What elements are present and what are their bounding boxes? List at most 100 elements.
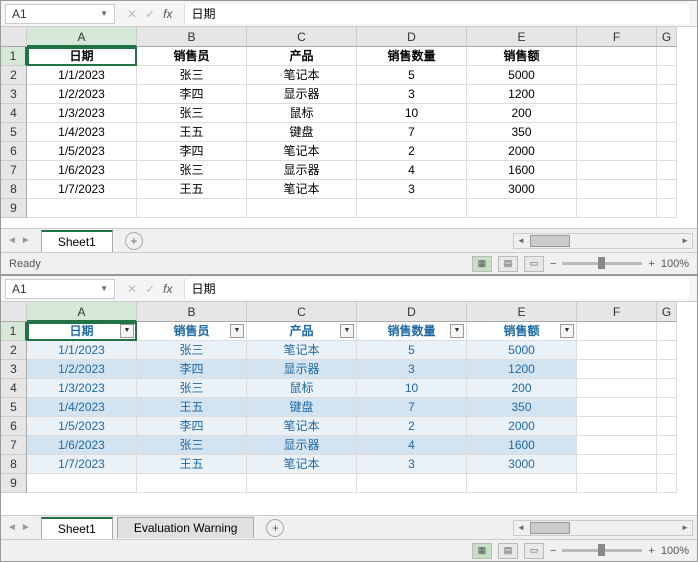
chevron-down-icon[interactable]: ▼: [100, 9, 108, 18]
zoom-in-icon[interactable]: +: [648, 258, 654, 270]
tab-prev-icon[interactable]: ◄: [7, 235, 17, 246]
cell-G1[interactable]: [657, 47, 677, 66]
fx-icon[interactable]: fx: [163, 282, 172, 296]
row-header-7[interactable]: 7: [1, 161, 27, 180]
cell-G8[interactable]: [657, 455, 677, 474]
cell-F1[interactable]: [577, 47, 657, 66]
cell-D2[interactable]: 5: [357, 66, 467, 85]
cell-C3[interactable]: 显示器: [247, 360, 357, 379]
cell-B8[interactable]: 王五: [137, 455, 247, 474]
cell-G9[interactable]: [657, 474, 677, 493]
filter-button[interactable]: ▼: [340, 324, 354, 338]
cell-E3[interactable]: 1200: [467, 85, 577, 104]
cell-D9[interactable]: [357, 199, 467, 218]
horizontal-scrollbar[interactable]: ◄ ►: [513, 233, 693, 249]
cell-A8[interactable]: 1/7/2023: [27, 180, 137, 199]
cell-F3[interactable]: [577, 85, 657, 104]
cell-E2[interactable]: 5000: [467, 66, 577, 85]
formula-input[interactable]: [184, 279, 689, 299]
cell-A2[interactable]: 1/1/2023: [27, 341, 137, 360]
filter-button[interactable]: ▼: [230, 324, 244, 338]
row-header-3[interactable]: 3: [1, 85, 27, 104]
col-header-G[interactable]: G: [657, 302, 677, 322]
cell-B6[interactable]: 李四: [137, 417, 247, 436]
scroll-thumb[interactable]: [530, 235, 570, 247]
col-header-A[interactable]: A: [27, 27, 137, 47]
add-sheet-button[interactable]: +: [266, 519, 284, 537]
cell-E9[interactable]: [467, 199, 577, 218]
cell-C4[interactable]: 鼠标: [247, 379, 357, 398]
sheet-tab-sheet1[interactable]: Sheet1: [41, 230, 113, 252]
scroll-thumb[interactable]: [530, 522, 570, 534]
sheet-tab-evaluation[interactable]: Evaluation Warning: [117, 517, 255, 538]
confirm-icon[interactable]: ✓: [145, 282, 155, 296]
cell-C7[interactable]: 显示器: [247, 161, 357, 180]
tab-next-icon[interactable]: ►: [21, 235, 31, 246]
horizontal-scrollbar[interactable]: ◄ ►: [513, 520, 693, 536]
cell-F2[interactable]: [577, 341, 657, 360]
cell-D7[interactable]: 4: [357, 161, 467, 180]
tab-next-icon[interactable]: ►: [21, 522, 31, 533]
cell-G7[interactable]: [657, 161, 677, 180]
select-all-corner[interactable]: [1, 27, 27, 47]
scroll-right-icon[interactable]: ►: [678, 521, 692, 535]
cell-A3[interactable]: 1/2/2023: [27, 85, 137, 104]
add-sheet-button[interactable]: +: [125, 232, 143, 250]
cell-E2[interactable]: 5000: [467, 341, 577, 360]
cell-A9[interactable]: [27, 474, 137, 493]
cell-B9[interactable]: [137, 199, 247, 218]
view-layout-icon[interactable]: ▤: [498, 256, 518, 272]
col-header-F[interactable]: F: [577, 302, 657, 322]
row-header-6[interactable]: 6: [1, 142, 27, 161]
row-header-1[interactable]: 1: [1, 322, 27, 341]
cell-F5[interactable]: [577, 398, 657, 417]
cell-G3[interactable]: [657, 85, 677, 104]
cell-F6[interactable]: [577, 417, 657, 436]
cell-C1[interactable]: 产品▼: [247, 322, 357, 341]
cell-B1[interactable]: 销售员▼: [137, 322, 247, 341]
cell-C3[interactable]: 显示器: [247, 85, 357, 104]
col-header-A[interactable]: A: [27, 302, 137, 322]
cell-G5[interactable]: [657, 398, 677, 417]
cell-F3[interactable]: [577, 360, 657, 379]
cell-G7[interactable]: [657, 436, 677, 455]
zoom-out-icon[interactable]: −: [550, 545, 556, 557]
view-break-icon[interactable]: ▭: [524, 256, 544, 272]
cell-D6[interactable]: 2: [357, 142, 467, 161]
cell-C1[interactable]: 产品: [247, 47, 357, 66]
cell-A9[interactable]: [27, 199, 137, 218]
cell-G6[interactable]: [657, 417, 677, 436]
cell-G6[interactable]: [657, 142, 677, 161]
cell-B2[interactable]: 张三: [137, 341, 247, 360]
name-box[interactable]: A1 ▼: [5, 4, 115, 24]
cell-F5[interactable]: [577, 123, 657, 142]
row-header-5[interactable]: 5: [1, 123, 27, 142]
filter-button[interactable]: ▼: [450, 324, 464, 338]
row-header-6[interactable]: 6: [1, 417, 27, 436]
grid-top[interactable]: ABCDEFG 123456789 日期销售员产品销售数量销售额1/1/2023…: [1, 27, 697, 228]
cell-G4[interactable]: [657, 379, 677, 398]
cell-A4[interactable]: 1/3/2023: [27, 104, 137, 123]
view-break-icon[interactable]: ▭: [524, 543, 544, 559]
col-header-B[interactable]: B: [137, 302, 247, 322]
cell-F9[interactable]: [577, 474, 657, 493]
cell-E3[interactable]: 1200: [467, 360, 577, 379]
cell-A4[interactable]: 1/3/2023: [27, 379, 137, 398]
row-header-2[interactable]: 2: [1, 341, 27, 360]
cell-A1[interactable]: 日期▼: [27, 322, 137, 341]
sheet-tab-sheet1[interactable]: Sheet1: [41, 517, 113, 539]
grid-bottom[interactable]: ABCDEFG 123456789 日期▼销售员▼产品▼销售数量▼销售额▼1/1…: [1, 302, 697, 515]
cell-B7[interactable]: 张三: [137, 436, 247, 455]
cell-C6[interactable]: 笔记本: [247, 417, 357, 436]
cell-A3[interactable]: 1/2/2023: [27, 360, 137, 379]
cell-E6[interactable]: 2000: [467, 142, 577, 161]
cell-B1[interactable]: 销售员: [137, 47, 247, 66]
cell-C8[interactable]: 笔记本: [247, 180, 357, 199]
zoom-slider[interactable]: [562, 549, 642, 552]
row-header-1[interactable]: 1: [1, 47, 27, 66]
cell-C5[interactable]: 键盘: [247, 398, 357, 417]
cell-A6[interactable]: 1/5/2023: [27, 142, 137, 161]
cell-E1[interactable]: 销售额▼: [467, 322, 577, 341]
cell-C8[interactable]: 笔记本: [247, 455, 357, 474]
cell-C2[interactable]: 笔记本: [247, 66, 357, 85]
